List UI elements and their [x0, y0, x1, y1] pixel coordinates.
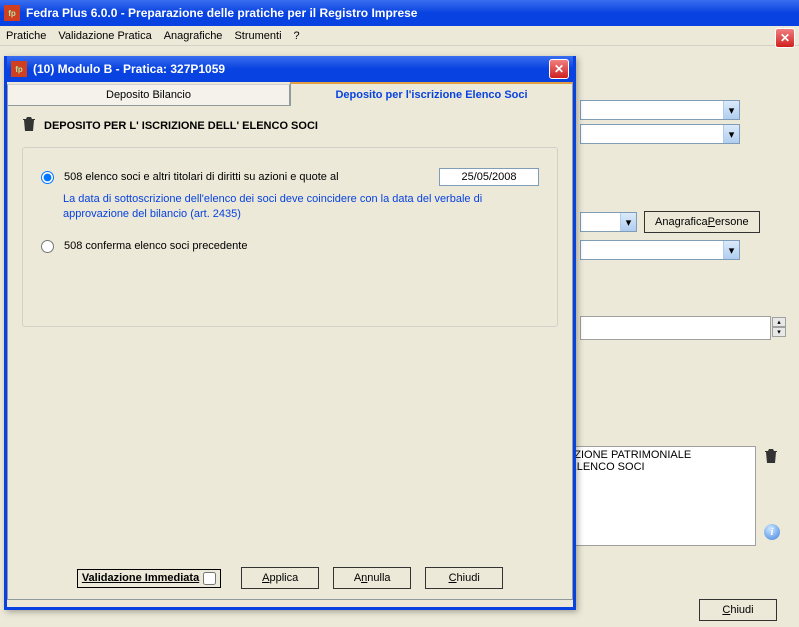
app-icon: fp	[4, 5, 20, 21]
dialog-title: (10) Modulo B - Pratica: 327P1059	[33, 62, 225, 76]
dialog-close-button[interactable]: ✕	[549, 59, 569, 79]
section-header: DEPOSITO PER L' ISCRIZIONE DELL' ELENCO …	[22, 116, 558, 135]
radio-elenco-soci[interactable]	[41, 171, 54, 184]
applica-button[interactable]: Applica	[241, 567, 319, 589]
app-title: Fedra Plus 6.0.0 - Preparazione delle pr…	[26, 6, 417, 20]
anagrafica-persone-button[interactable]: Anagrafica Persone	[644, 211, 760, 233]
menu-help[interactable]: ?	[294, 30, 300, 42]
menu-pratiche[interactable]: Pratiche	[6, 30, 46, 42]
tabs: Deposito Bilancio Deposito per l'iscrizi…	[7, 82, 573, 106]
tab-deposito-bilancio[interactable]: Deposito Bilancio	[7, 84, 290, 106]
dropdown-arrow-icon: ▾	[723, 125, 739, 143]
trash-icon[interactable]	[22, 116, 36, 135]
tab-body: DEPOSITO PER L' ISCRIZIONE DELL' ELENCO …	[7, 106, 573, 600]
outer-close-button[interactable]: ✕	[775, 28, 795, 48]
tab-deposito-iscrizione[interactable]: Deposito per l'iscrizione Elenco Soci	[290, 82, 573, 106]
spinner-up-icon[interactable]: ▴	[772, 317, 786, 327]
text-spinner[interactable]: ▴ ▾	[772, 317, 786, 337]
annulla-button[interactable]: Annulla	[333, 567, 411, 589]
chiudi-button[interactable]: Chiudi	[425, 567, 503, 589]
menubar: Pratiche Validazione Pratica Anagrafiche…	[0, 26, 799, 46]
radio-row-elenco: 508 elenco soci e altri titolari di diri…	[41, 168, 539, 186]
bg-select-1[interactable]: ▾	[580, 100, 740, 120]
app-titlebar: fp Fedra Plus 6.0.0 - Preparazione delle…	[0, 0, 799, 26]
section-title: DEPOSITO PER L' ISCRIZIONE DELL' ELENCO …	[44, 120, 318, 132]
modulo-b-dialog: fp (10) Modulo B - Pratica: 327P1059 ✕ D…	[4, 56, 576, 610]
bg-list[interactable]: UAZIONE PATRIMONIALE E ELENCO SOCI	[556, 446, 756, 546]
bg-select-4[interactable]: ▾	[580, 240, 740, 260]
trash-icon[interactable]	[764, 448, 780, 466]
outer-chiudi-button[interactable]: Chiudi	[699, 599, 777, 621]
list-item[interactable]: E ELENCO SOCI	[559, 461, 753, 473]
groupbox: 508 elenco soci e altri titolari di diri…	[22, 147, 558, 327]
bg-textfield[interactable]	[580, 316, 771, 340]
dropdown-arrow-icon: ▾	[723, 241, 739, 259]
validazione-checkbox[interactable]	[203, 572, 216, 585]
spinner-down-icon[interactable]: ▾	[772, 327, 786, 337]
menu-anagrafiche[interactable]: Anagrafiche	[164, 30, 223, 42]
dialog-button-bar: Validazione Immediata Applica Annulla Ch…	[8, 567, 572, 589]
menu-strumenti[interactable]: Strumenti	[234, 30, 281, 42]
dialog-titlebar: fp (10) Modulo B - Pratica: 327P1059 ✕	[7, 56, 573, 82]
validazione-label: Validazione Immediata	[82, 572, 199, 584]
radio-row-conferma: 508 conferma elenco soci precedente	[41, 240, 539, 253]
radio-label: 508 conferma elenco soci precedente	[64, 240, 247, 252]
dropdown-arrow-icon: ▾	[723, 101, 739, 119]
list-item[interactable]: UAZIONE PATRIMONIALE	[559, 449, 753, 461]
date-input[interactable]	[439, 168, 539, 186]
dialog-icon: fp	[11, 61, 27, 77]
info-icon[interactable]: i	[764, 524, 780, 540]
hint-text: La data di sottoscrizione dell'elenco de…	[63, 192, 539, 222]
menu-validazione[interactable]: Validazione Pratica	[58, 30, 151, 42]
radio-label: 508 elenco soci e altri titolari di diri…	[64, 171, 339, 183]
bg-select-3[interactable]: ▾	[580, 212, 637, 232]
dropdown-arrow-icon: ▾	[620, 213, 636, 231]
validazione-immediata-wrap[interactable]: Validazione Immediata	[77, 569, 221, 588]
bg-select-2[interactable]: ▾	[580, 124, 740, 144]
radio-conferma[interactable]	[41, 240, 54, 253]
